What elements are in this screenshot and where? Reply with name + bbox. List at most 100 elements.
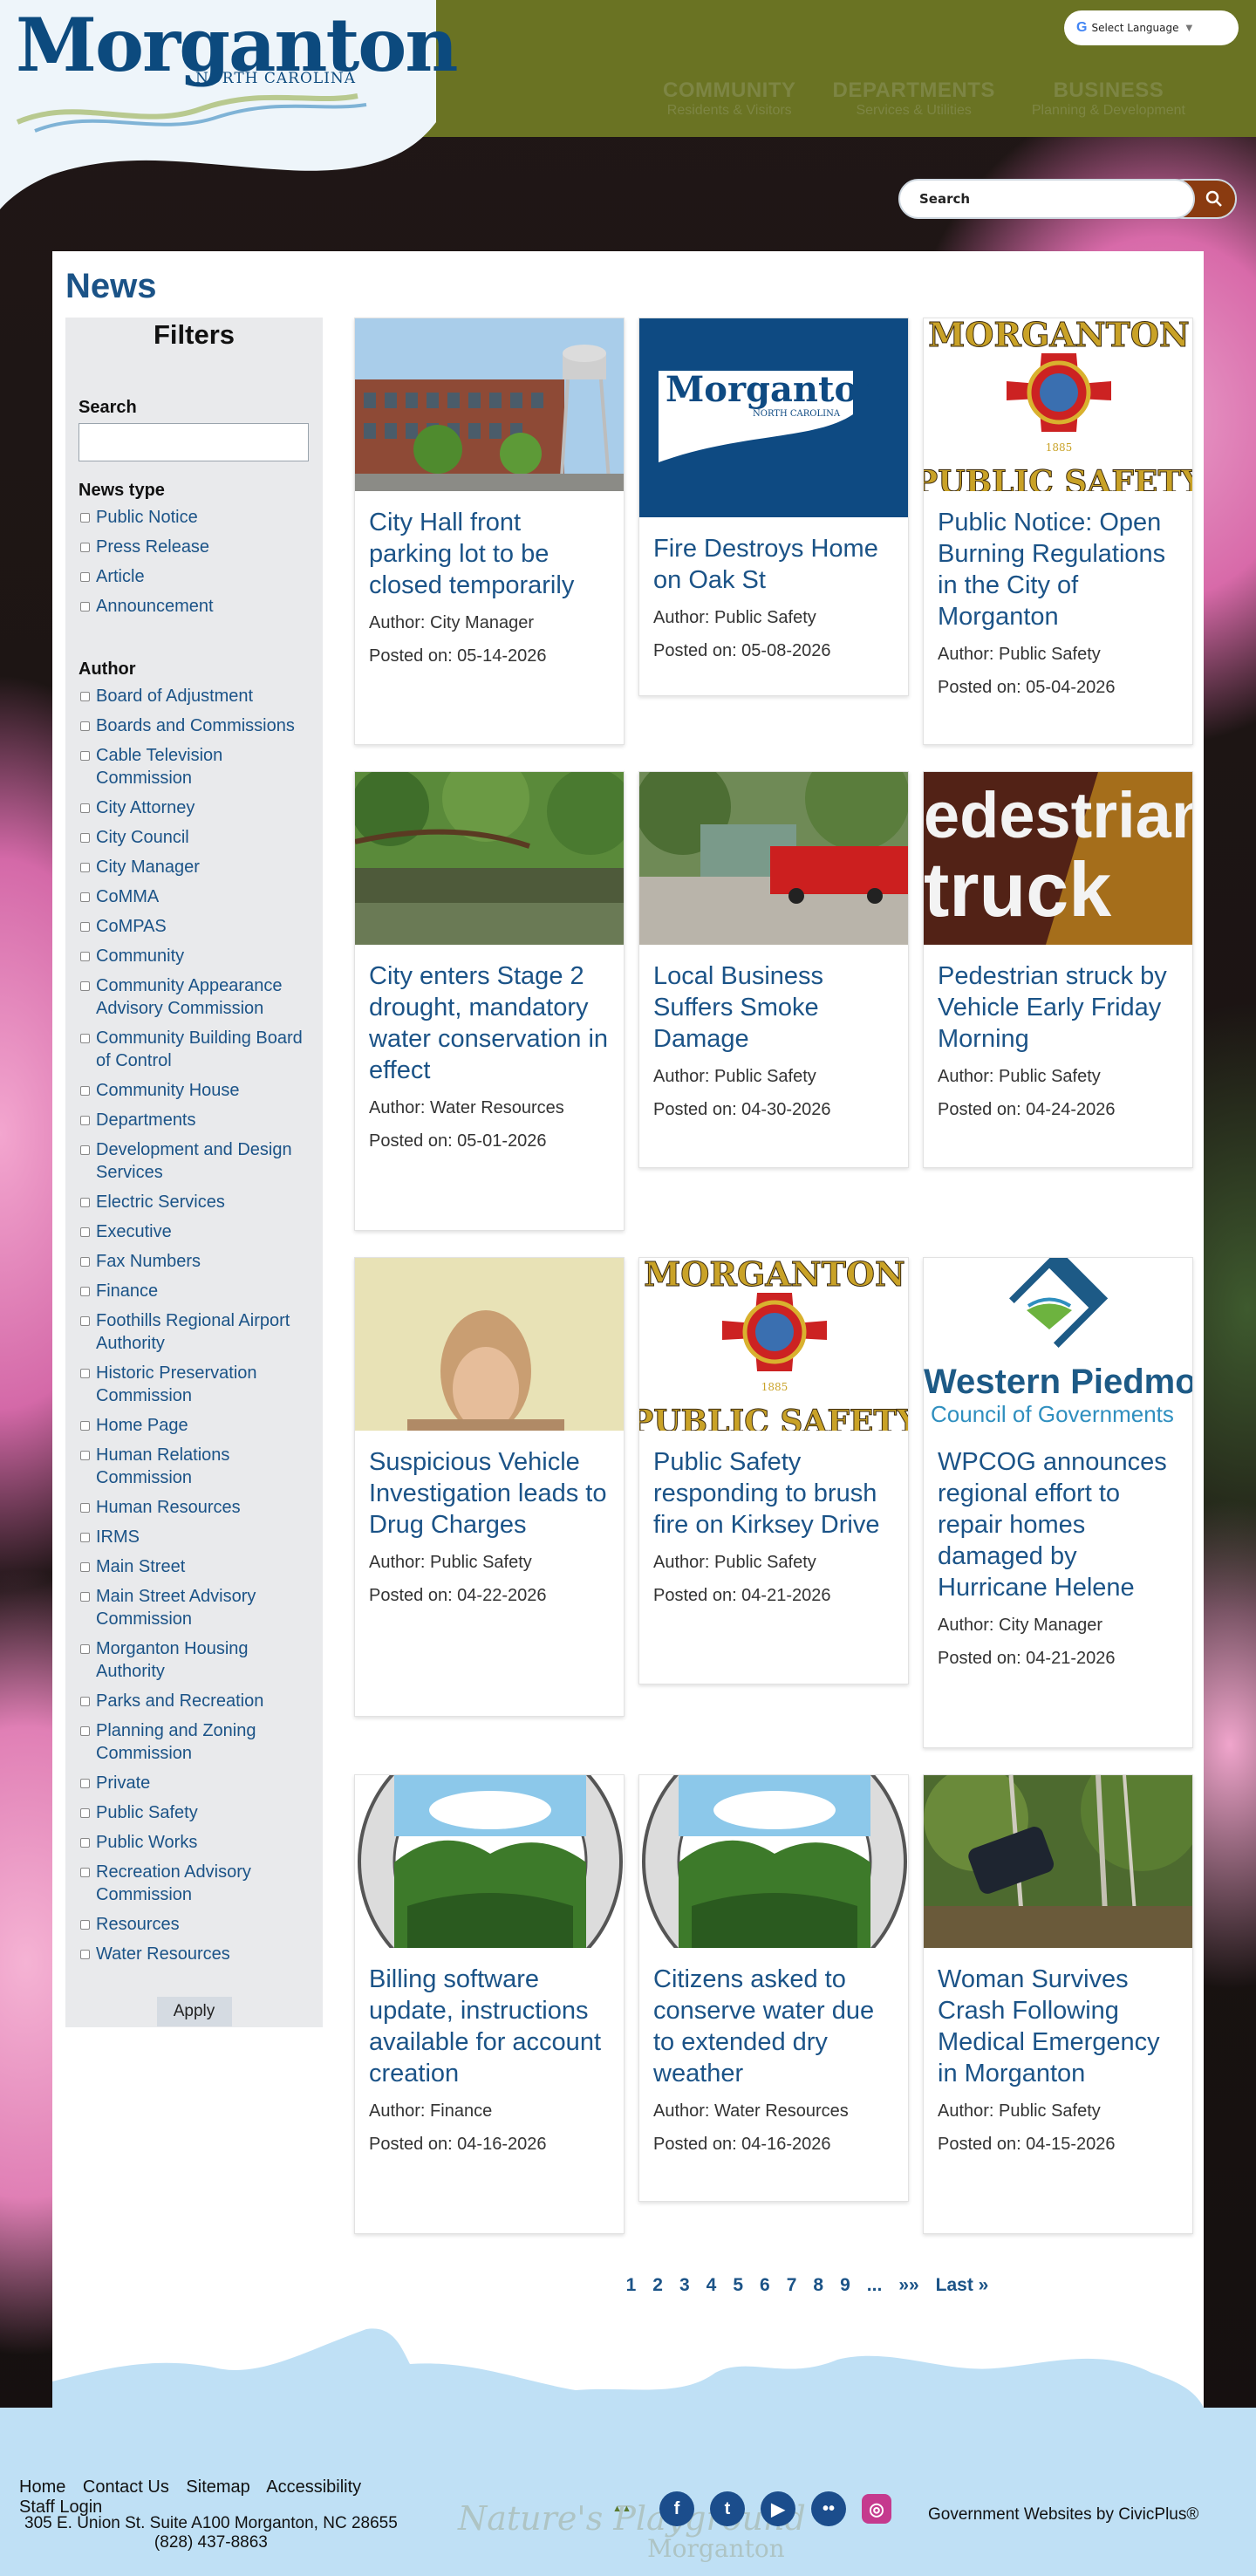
page-link[interactable]: 4 — [706, 2275, 717, 2296]
page-link[interactable]: 5 — [733, 2275, 743, 2296]
news-type-checkbox[interactable] — [80, 513, 90, 523]
author-checkbox[interactable] — [80, 1145, 90, 1155]
news-card[interactable]: edestrian truck Pedestrian struck by Veh… — [923, 771, 1193, 1168]
news-type-checkbox[interactable] — [80, 543, 90, 552]
news-title[interactable]: Fire Destroys Home on Oak St — [653, 533, 894, 596]
nav-community[interactable]: COMMUNITY Residents & Visitors — [663, 79, 795, 119]
news-title[interactable]: Public Notice: Open Burning Regulations … — [938, 507, 1178, 632]
news-title[interactable]: Woman Survives Crash Following Medical E… — [938, 1964, 1178, 2089]
author-option[interactable]: Development and Design Services — [80, 1138, 307, 1184]
site-logo[interactable]: Morganton NORTH CAROLINA — [0, 0, 458, 214]
author-checkbox[interactable] — [80, 721, 90, 731]
author-checkbox[interactable] — [80, 1562, 90, 1572]
author-option[interactable]: Recreation Advisory Commission — [80, 1861, 307, 1906]
author-checkbox[interactable] — [80, 1034, 90, 1043]
author-option[interactable]: Resources — [80, 1913, 307, 1936]
news-card[interactable]: MORGANTON 1885 PUBLIC SAFETY Public Safe… — [638, 1257, 909, 1684]
filter-search-input[interactable] — [78, 423, 309, 461]
author-checkbox[interactable] — [80, 1503, 90, 1513]
news-title[interactable]: Local Business Suffers Smoke Damage — [653, 960, 894, 1055]
news-card[interactable]: City Hall front parking lot to be closed… — [354, 318, 625, 745]
author-checkbox[interactable] — [80, 803, 90, 813]
news-title[interactable]: WPCOG announces regional effort to repai… — [938, 1446, 1178, 1603]
author-checkbox[interactable] — [80, 1257, 90, 1267]
author-option[interactable]: Boards and Commissions — [80, 714, 307, 737]
page-link[interactable]: 7 — [787, 2275, 797, 2296]
footer-link-sitemap[interactable]: Sitemap — [186, 2477, 249, 2497]
author-checkbox[interactable] — [80, 981, 90, 991]
news-card[interactable]: Woman Survives Crash Following Medical E… — [923, 1774, 1193, 2234]
author-option[interactable]: City Council — [80, 826, 307, 849]
author-checkbox[interactable] — [80, 751, 90, 761]
author-checkbox[interactable] — [80, 1920, 90, 1930]
news-title[interactable]: City Hall front parking lot to be closed… — [369, 507, 610, 601]
news-card[interactable]: Suspicious Vehicle Investigation leads t… — [354, 1257, 625, 1717]
author-checkbox[interactable] — [80, 863, 90, 872]
news-title[interactable]: Citizens asked to conserve water due to … — [653, 1964, 894, 2089]
author-checkbox[interactable] — [80, 892, 90, 902]
footer-link-accessibility[interactable]: Accessibility — [266, 2477, 361, 2497]
page-link[interactable]: 3 — [679, 2275, 690, 2296]
author-option[interactable]: Planning and Zoning Commission — [80, 1719, 307, 1765]
news-type-option[interactable]: Announcement — [80, 595, 307, 618]
author-checkbox[interactable] — [80, 1116, 90, 1125]
author-checkbox[interactable] — [80, 1726, 90, 1736]
news-title[interactable]: Suspicious Vehicle Investigation leads t… — [369, 1446, 610, 1541]
author-checkbox[interactable] — [80, 1227, 90, 1237]
author-option[interactable]: Public Safety — [80, 1801, 307, 1824]
author-checkbox[interactable] — [80, 922, 90, 932]
author-checkbox[interactable] — [80, 692, 90, 701]
author-option[interactable]: City Manager — [80, 856, 307, 878]
author-checkbox[interactable] — [80, 1592, 90, 1602]
author-option[interactable]: Community House — [80, 1079, 307, 1102]
news-card[interactable]: Billing software update, instructions av… — [354, 1774, 625, 2234]
news-card[interactable]: Western Piedmont Council of Governments … — [923, 1257, 1193, 1748]
author-checkbox[interactable] — [80, 952, 90, 961]
author-option[interactable]: Historic Preservation Commission — [80, 1362, 307, 1407]
news-card[interactable]: City enters Stage 2 drought, mandatory w… — [354, 771, 625, 1231]
author-checkbox[interactable] — [80, 1868, 90, 1877]
author-checkbox[interactable] — [80, 1838, 90, 1848]
news-card[interactable]: MORGANTON 1885 PUBLIC SAFETY Public Noti… — [923, 318, 1193, 745]
author-option[interactable]: Foothills Regional Airport Authority — [80, 1309, 307, 1355]
author-option[interactable]: Water Resources — [80, 1943, 307, 1965]
twitter-icon[interactable]: t — [710, 2491, 745, 2526]
nav-business[interactable]: BUSINESS Planning & Development — [1032, 79, 1185, 119]
news-title[interactable]: Public Safety responding to brush fire o… — [653, 1446, 894, 1541]
author-option[interactable]: Community — [80, 945, 307, 967]
flickr-icon[interactable]: •• — [811, 2491, 846, 2526]
author-option[interactable]: Parks and Recreation — [80, 1690, 307, 1712]
page-link[interactable]: 8 — [813, 2275, 823, 2296]
author-option[interactable]: Departments — [80, 1109, 307, 1131]
news-type-option[interactable]: Article — [80, 565, 307, 588]
civicplus-credit[interactable]: Government Websites by CivicPlus® — [928, 2505, 1198, 2525]
facebook-icon[interactable]: f — [659, 2491, 694, 2526]
author-option[interactable]: Finance — [80, 1280, 307, 1302]
last-page-link[interactable]: Last » — [936, 2275, 989, 2296]
author-checkbox[interactable] — [80, 1421, 90, 1431]
youtube-icon[interactable]: ▶ — [761, 2491, 795, 2526]
author-checkbox[interactable] — [80, 1316, 90, 1326]
author-option[interactable]: Executive — [80, 1220, 307, 1243]
news-type-checkbox[interactable] — [80, 602, 90, 612]
author-option[interactable]: Board of Adjustment — [80, 685, 307, 707]
instagram-icon[interactable]: ◎ — [862, 2494, 891, 2524]
author-checkbox[interactable] — [80, 1369, 90, 1378]
author-option[interactable]: Main Street — [80, 1555, 307, 1578]
next-pages-link[interactable]: »» — [898, 2275, 918, 2296]
apply-button[interactable]: Apply — [156, 1997, 232, 2026]
news-card[interactable]: Morganton NORTH CAROLINA Fire Destroys H… — [638, 318, 909, 696]
author-option[interactable]: City Attorney — [80, 796, 307, 819]
author-checkbox[interactable] — [80, 1198, 90, 1207]
footer-link-contact[interactable]: Contact Us — [83, 2477, 169, 2497]
news-type-option[interactable]: Public Notice — [80, 506, 307, 529]
author-checkbox[interactable] — [80, 1287, 90, 1296]
news-title[interactable]: City enters Stage 2 drought, mandatory w… — [369, 960, 610, 1086]
footer-link-home[interactable]: Home — [19, 2477, 65, 2497]
site-search-input[interactable]: Search — [898, 179, 1195, 219]
author-option[interactable]: Community Appearance Advisory Commission — [80, 974, 307, 1020]
author-option[interactable]: CoMMA — [80, 885, 307, 908]
author-checkbox[interactable] — [80, 1950, 90, 1959]
page-link[interactable]: 6 — [760, 2275, 770, 2296]
news-card[interactable]: Local Business Suffers Smoke Damage Auth… — [638, 771, 909, 1168]
